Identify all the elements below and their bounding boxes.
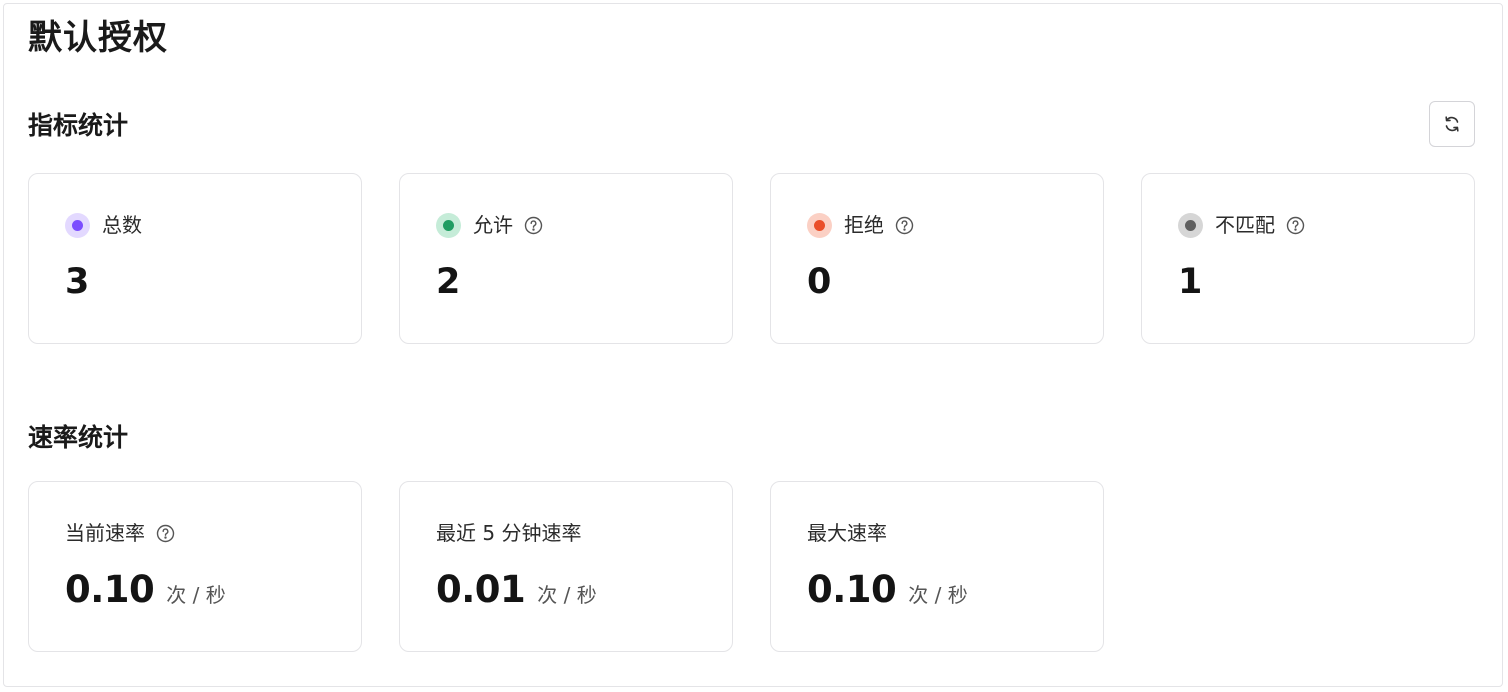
status-dot-icon — [807, 212, 832, 238]
metrics-section-title: 指标统计 — [28, 111, 129, 140]
rate-card-max: 最大速率 0.10 次 / 秒 — [770, 481, 1104, 652]
rate-unit: 次 / 秒 — [166, 583, 226, 607]
metric-label: 不匹配 — [1215, 213, 1275, 237]
help-icon[interactable] — [1286, 216, 1305, 235]
rate-unit: 次 / 秒 — [537, 583, 597, 607]
rate-label: 最大速率 — [807, 521, 887, 545]
refresh-button[interactable] — [1429, 101, 1475, 147]
metric-value: 0 — [807, 262, 832, 302]
metric-value: 2 — [436, 262, 461, 302]
rate-unit: 次 / 秒 — [908, 583, 968, 607]
status-dot-icon — [65, 212, 90, 238]
help-icon[interactable] — [895, 216, 914, 235]
metric-value: 1 — [1178, 262, 1203, 302]
refresh-icon — [1445, 116, 1459, 132]
metric-card-allow: 允许 2 — [399, 173, 733, 344]
help-icon[interactable] — [156, 524, 175, 543]
status-dot-icon — [436, 212, 461, 238]
rate-label: 当前速率 — [65, 521, 145, 545]
rate-value: 0.10 — [807, 568, 897, 611]
metric-label: 总数 — [102, 213, 142, 237]
metric-label: 允许 — [473, 213, 513, 237]
rate-value: 0.01 — [436, 568, 526, 611]
rate-label: 最近 5 分钟速率 — [436, 521, 582, 545]
metric-card-nomatch: 不匹配 1 — [1141, 173, 1475, 344]
status-dot-icon — [1178, 212, 1203, 238]
rate-card-current: 当前速率 0.10 次 / 秒 — [28, 481, 362, 652]
metric-card-deny: 拒绝 0 — [770, 173, 1104, 344]
metric-value: 3 — [65, 262, 90, 302]
rate-value: 0.10 — [65, 568, 155, 611]
page-title: 默认授权 — [28, 18, 168, 58]
metric-card-total: 总数 3 — [28, 173, 362, 344]
help-icon[interactable] — [524, 216, 543, 235]
rate-card-last-5-min: 最近 5 分钟速率 0.01 次 / 秒 — [399, 481, 733, 652]
metric-label: 拒绝 — [844, 213, 884, 237]
rate-section-title: 速率统计 — [28, 423, 129, 452]
